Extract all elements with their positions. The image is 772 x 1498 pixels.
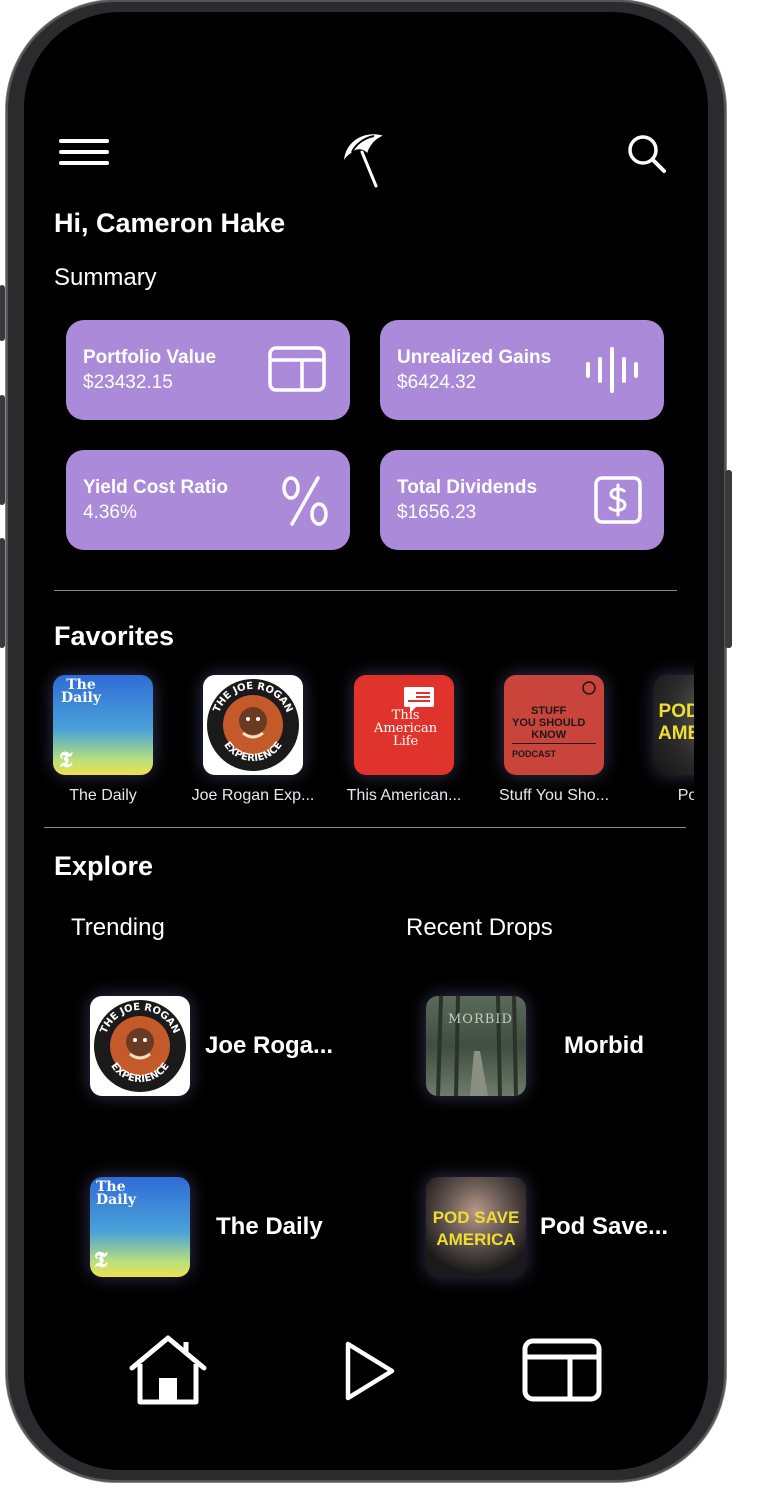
play-icon[interactable] [342, 1340, 398, 1402]
portfolio-icon[interactable] [522, 1338, 602, 1402]
home-icon[interactable] [128, 1334, 208, 1406]
art-text: AME [658, 723, 694, 744]
iheart-logo-icon [582, 681, 596, 695]
mute-switch [0, 285, 5, 341]
joe-rogan-badge-icon: THE JOE ROGAN EXPERIENCE [207, 679, 299, 771]
pod-save-america-art: POD SAVE AMERICA [426, 1177, 526, 1277]
trending-item-the-daily[interactable]: The Daily 𝕿 The Daily [90, 1177, 350, 1277]
trending-heading: Trending [71, 914, 165, 941]
section-divider [44, 827, 686, 828]
pod-save-america-art: POD AME [654, 675, 694, 775]
recent-item-pod-save-america[interactable]: POD SAVE AMERICA Pod Save... [426, 1177, 696, 1277]
joe-rogan-art: THE JOE ROGAN EXPERIENCE [203, 675, 303, 775]
podcast-name: Pod Save... [540, 1213, 669, 1240]
favorite-label: Joe Rogan Exp... [191, 787, 315, 804]
power-button [725, 470, 732, 648]
volume-down-button [0, 538, 5, 648]
the-daily-art: The Daily 𝕿 [53, 675, 153, 775]
joe-rogan-badge-icon: THE JOE ROGAN EXPERIENCE [94, 1000, 186, 1092]
art-text: MORBID [448, 1012, 513, 1027]
nyt-logo-icon: 𝕿 [59, 747, 73, 773]
favorite-label: This American... [346, 787, 462, 804]
recent-item-morbid[interactable]: MORBID Morbid [426, 996, 686, 1096]
art-text: Daily [96, 1192, 136, 1208]
the-daily-art: The Daily 𝕿 [90, 1177, 190, 1277]
podcast-name: The Daily [216, 1213, 323, 1240]
trending-item-joe-rogan[interactable]: THE JOE ROGAN EXPERIENCE Joe Roga... [90, 996, 350, 1096]
art-text: Daily [61, 690, 101, 706]
favorite-label: The Daily [69, 787, 137, 804]
favorites-carousel[interactable]: The Daily 𝕿 The Daily THE JOE ROGAN EXPE… [24, 12, 694, 812]
volume-up-button [0, 395, 5, 505]
device-frame: Hi, Cameron Hake Summary Portfolio Value… [0, 0, 732, 1482]
explore-heading: Explore [54, 851, 154, 881]
art-text: KNOW [531, 729, 567, 741]
podcast-name: Morbid [564, 1032, 644, 1059]
this-american-life-art: This American Life [354, 675, 454, 775]
art-text: PODCAST [512, 749, 557, 759]
art-text: STUFF [530, 705, 567, 717]
favorite-label: Stuff You Sho... [498, 787, 610, 804]
podcast-name: Joe Roga... [205, 1032, 334, 1059]
joe-rogan-art: THE JOE ROGAN EXPERIENCE [90, 996, 190, 1096]
stuff-you-should-know-art: STUFF YOU SHOULD KNOW PODCAST [504, 675, 604, 775]
recent-drops-heading: Recent Drops [406, 914, 553, 941]
morbid-art: MORBID [426, 996, 526, 1096]
screen: Hi, Cameron Hake Summary Portfolio Value… [24, 12, 708, 1470]
art-text: POD SAVE [432, 1208, 520, 1227]
art-text: Life [392, 734, 419, 749]
art-text: POD [658, 701, 694, 722]
forest-path-icon [436, 996, 518, 1096]
art-text: AMERICA [436, 1230, 516, 1249]
nyt-logo-icon: 𝕿 [94, 1247, 108, 1273]
art-text: YOU SHOULD [512, 717, 586, 729]
favorite-label: Pod Sa [677, 787, 694, 804]
